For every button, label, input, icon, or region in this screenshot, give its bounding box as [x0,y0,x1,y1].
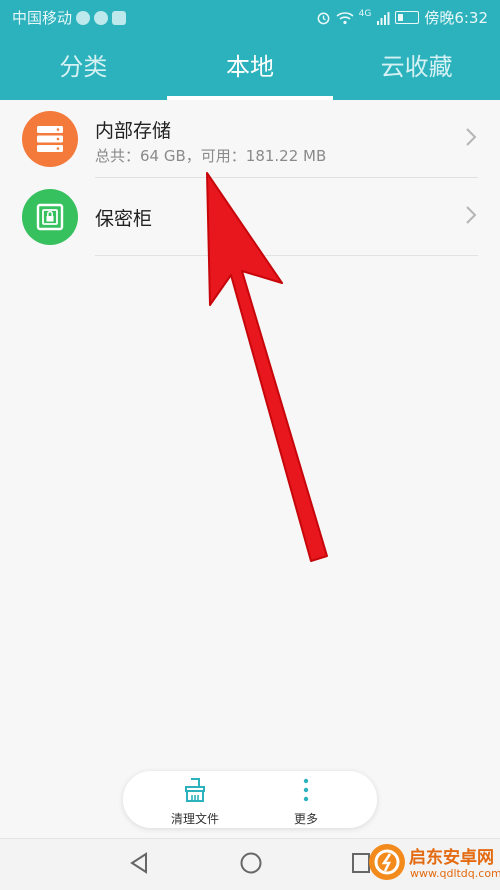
safe-icon [36,203,64,231]
watermark-name: 启东安卓网 [409,848,494,868]
row-divider [95,255,478,256]
clean-files-label: 清理文件 [170,812,219,826]
tab-bar: 分类 本地 云收藏 [0,36,500,100]
storage-icon [37,126,63,152]
tab-category[interactable]: 分类 [0,36,167,100]
clock-label: 傍晚6:32 [424,9,488,27]
storage-icon-badge [22,111,78,167]
carrier-label: 中国移动 [12,9,73,27]
tab-local[interactable]: 本地 [166,36,334,100]
signal-icon [377,11,390,25]
storage-list: 内部存储 总共：64 GB，可用：181.22 MB 保密柜 [0,100,500,256]
chevron-right-icon [466,206,477,224]
chat-notification-icon [94,10,109,25]
list-item-internal-storage[interactable]: 内部存储 总共：64 GB，可用：181.22 MB [0,100,500,178]
item-subtitle: 总共：64 GB，可用：181.22 MB [95,147,327,165]
gallery-notification-icon [112,10,127,25]
more-button[interactable]: 更多 [266,777,346,827]
watermark-url: www.qdltdq.com [410,867,500,880]
alarm-icon [317,12,330,25]
more-label: 更多 [293,812,318,826]
watermark-logo-icon [369,844,405,880]
app-notification-icon [76,10,91,25]
site-watermark: 启东安卓网 www.qdltdq.com [368,841,500,885]
network-type-label: 4G [358,8,372,19]
status-bar: 中国移动 4G 傍晚6:32 [0,0,500,34]
broom-icon [185,778,205,802]
item-title: 保密柜 [95,208,153,230]
item-title: 内部存储 [95,120,172,142]
home-icon[interactable] [239,851,263,875]
safe-icon-badge [22,189,78,245]
back-icon[interactable] [128,851,150,875]
chevron-right-icon [466,128,477,146]
app-header: 中国移动 4G 傍晚6:32 分类 本地 云收藏 [0,0,500,100]
bottom-action-bar: 清理文件 更多 [123,771,377,828]
more-vertical-icon [303,778,309,802]
wifi-icon [336,11,354,24]
clean-files-button[interactable]: 清理文件 [155,777,235,827]
list-item-safe-box[interactable]: 保密柜 [0,178,500,256]
tab-cloud-favorites[interactable]: 云收藏 [333,36,500,100]
battery-icon [395,11,420,24]
